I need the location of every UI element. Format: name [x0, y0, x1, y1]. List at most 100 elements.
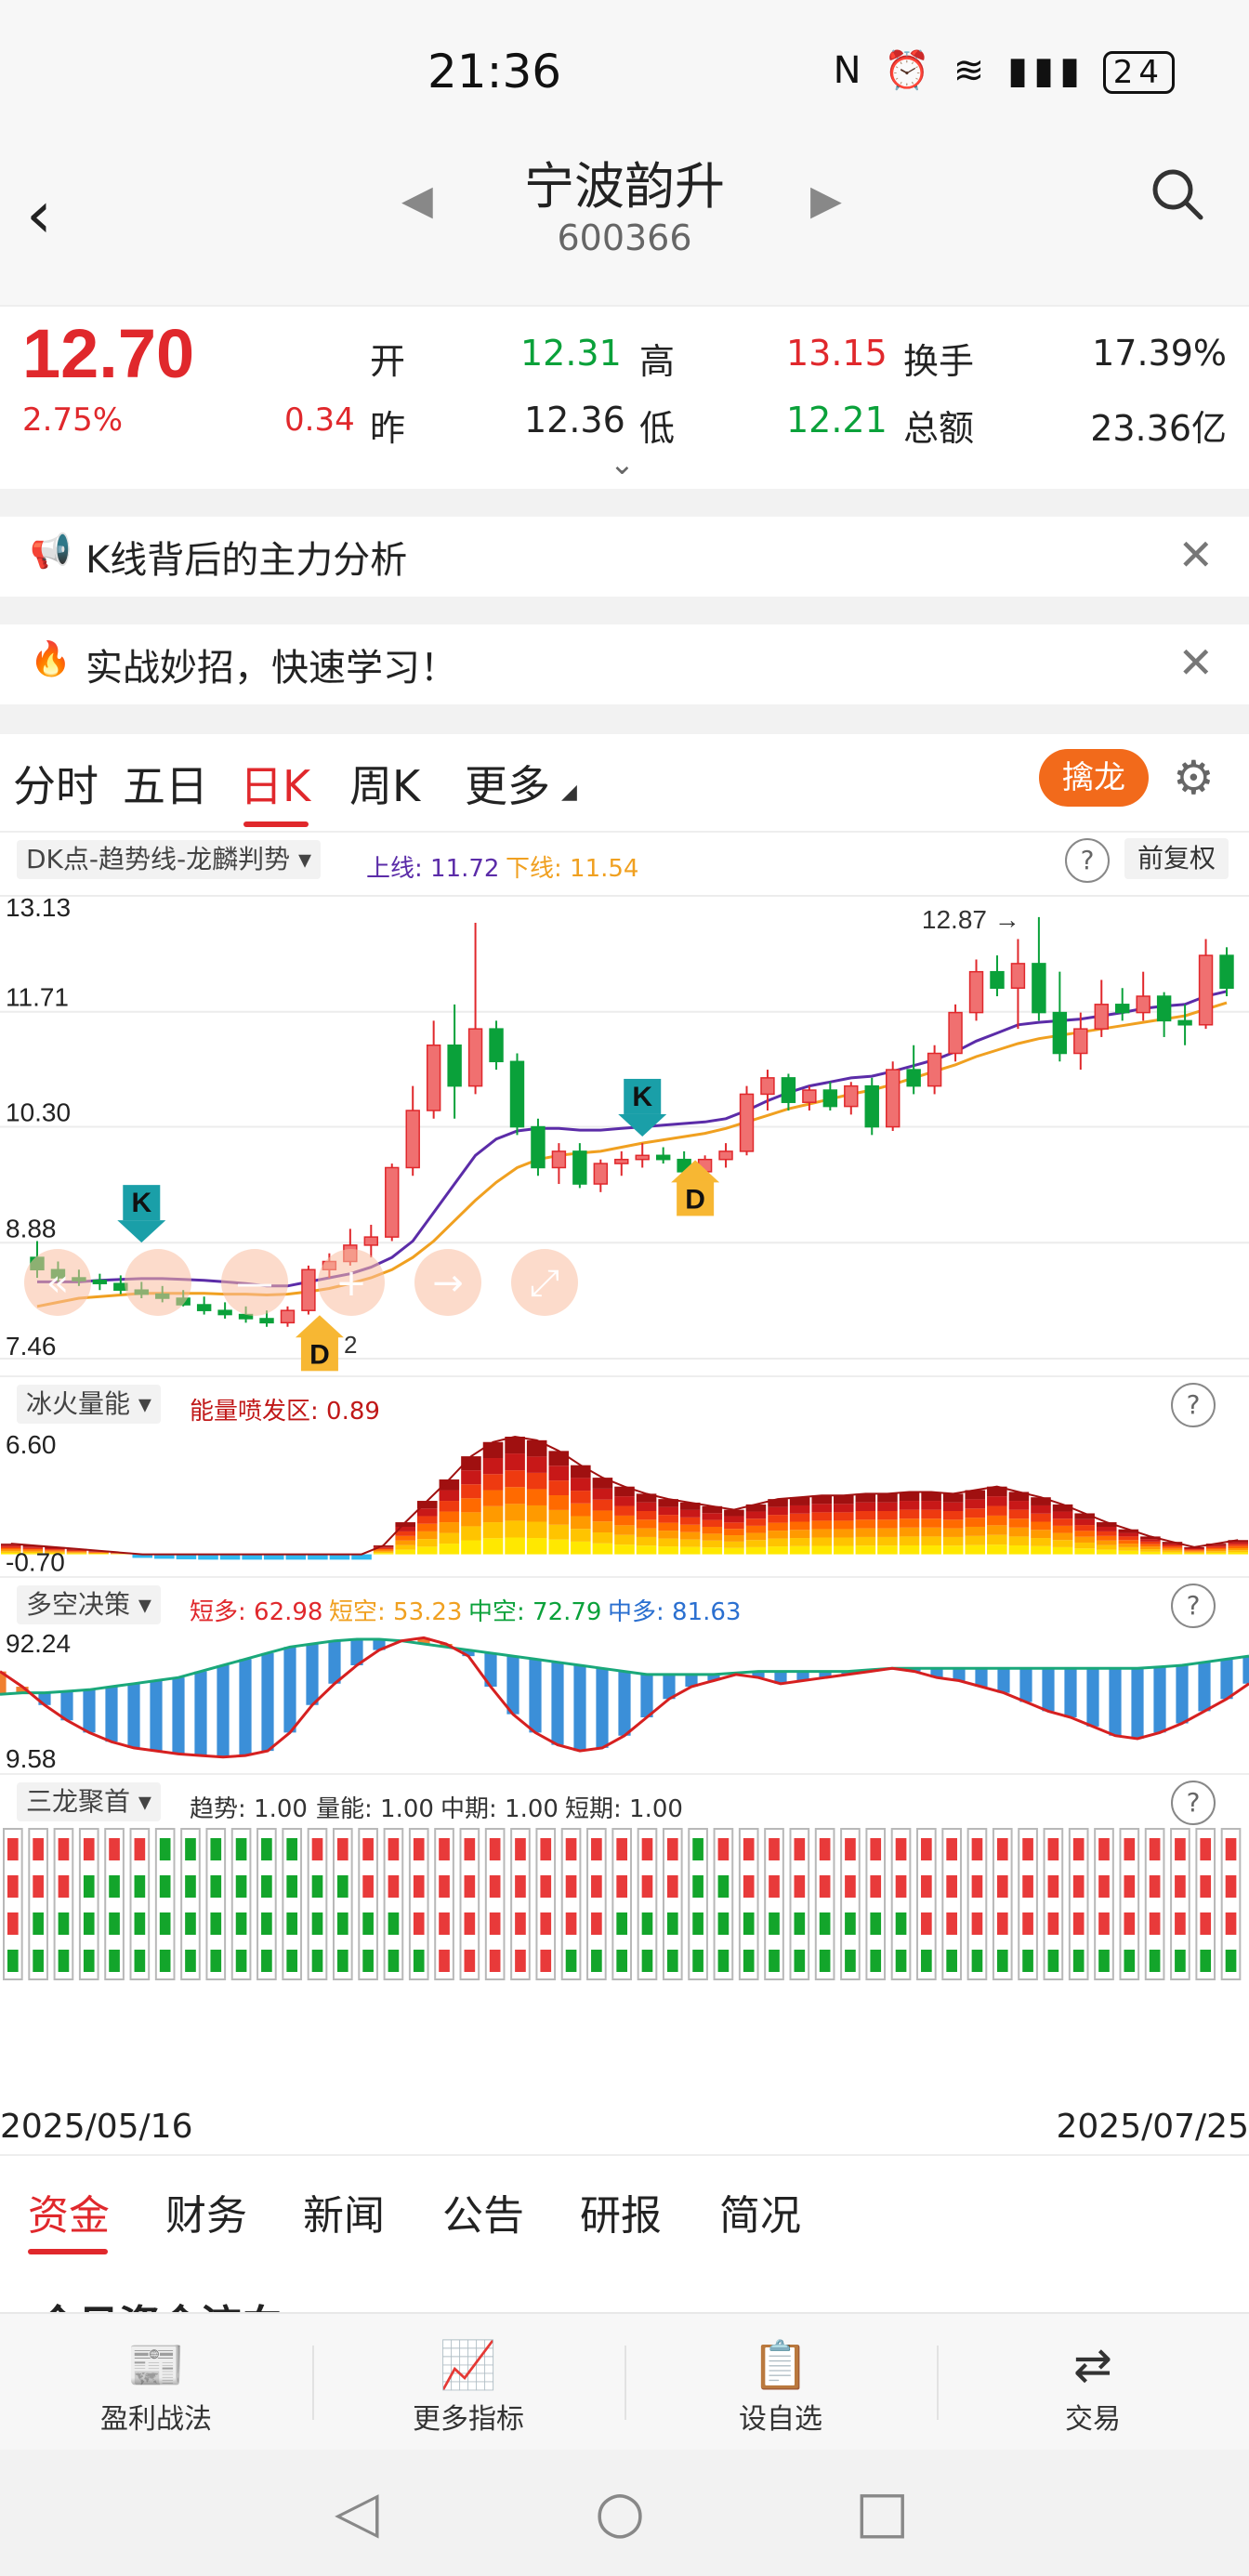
candle-body — [739, 1093, 755, 1152]
candle-body — [217, 1309, 232, 1316]
candle-body — [781, 1077, 796, 1103]
three-dragon-indicator-bar: 三龙聚首 ▾ 趋势: 1.00 量能: 1.00 中期: 1.00 短期: 1.… — [0, 1773, 1249, 1827]
zoom-in-icon[interactable]: + — [318, 1249, 385, 1316]
energy-bar-segment — [417, 1516, 438, 1524]
candle-body — [948, 1011, 963, 1055]
nav-back-icon[interactable]: ◁ — [335, 2477, 379, 2545]
banner-2[interactable]: 🔥 实战妙招，快速学习！ ✕ — [0, 624, 1249, 704]
dragon-cell — [1149, 1912, 1161, 1935]
dragon-cell — [1124, 1950, 1136, 1972]
dragon-cell — [946, 1950, 957, 1972]
candle — [718, 1143, 733, 1168]
open-label: 开 — [370, 341, 406, 382]
low-value: 12.21 — [786, 400, 887, 440]
energy-bar-segment — [921, 1544, 941, 1555]
fullscreen-icon[interactable]: ⤢ — [511, 1249, 578, 1316]
dragon-cell — [591, 1950, 602, 1972]
profit-strategy-button[interactable]: 📰 盈利战法 — [0, 2314, 312, 2451]
energy-bar-segment — [877, 1528, 898, 1537]
dragon-cell — [159, 1912, 171, 1935]
close-icon[interactable]: ✕ — [1177, 637, 1214, 688]
help-icon[interactable]: ? — [1171, 1584, 1216, 1628]
dragon-cell — [464, 1950, 476, 1972]
three-dragon-grid[interactable] — [0, 1825, 1249, 1987]
adjust-button[interactable]: 前复权 — [1124, 838, 1229, 879]
energy-bar-segment — [811, 1545, 832, 1555]
tab-intraday[interactable]: 分时 — [13, 753, 99, 814]
bullbear-chart[interactable]: 92.24 9.58 — [0, 1628, 1249, 1773]
energy-bar-segment — [439, 1479, 460, 1491]
main-indicator-dropdown[interactable]: DK点-趋势线-龙麟判势 ▾ — [17, 840, 322, 879]
tab-news[interactable]: 新闻 — [303, 2182, 385, 2241]
three-dragon-dropdown[interactable]: 三龙聚首 ▾ — [17, 1782, 161, 1821]
zoom-out-icon[interactable]: — — [221, 1249, 288, 1316]
qinlong-button[interactable]: 擒龙 — [1039, 749, 1149, 807]
next-stock-button[interactable]: ▶ — [810, 177, 842, 224]
energy-bar-segment — [439, 1511, 460, 1523]
dragon-column — [332, 1828, 353, 1980]
upper-ma-line — [37, 990, 1228, 1288]
energy-bar-segment — [679, 1539, 701, 1547]
energy-bar-segment — [636, 1528, 657, 1537]
energy-bar-segment — [505, 1537, 525, 1555]
tab-profile[interactable]: 简况 — [719, 2182, 801, 2241]
trade-button[interactable]: ⇄ 交易 — [937, 2314, 1249, 2451]
energy-bar-segment — [811, 1537, 832, 1546]
expand-chevron-icon[interactable]: ⌄ — [610, 446, 635, 481]
nav-recent-icon[interactable]: □ — [855, 2477, 910, 2545]
tab-more[interactable]: 更多 — [465, 753, 550, 814]
k-shortcut-icon[interactable] — [125, 1249, 191, 1316]
dragon-column — [637, 1828, 658, 1980]
help-icon[interactable]: ? — [1171, 1781, 1216, 1825]
tab-finance[interactable]: 财务 — [165, 2182, 247, 2241]
tab-weekly-k[interactable]: 周K — [349, 753, 420, 814]
dragon-cell — [616, 1950, 628, 1972]
tab-daily-k[interactable]: 日K — [240, 753, 310, 814]
change-percent: 2.75% — [22, 401, 124, 439]
energy-bar-segment — [66, 1552, 87, 1553]
dragon-cell — [845, 1838, 856, 1860]
dragon-column — [586, 1828, 607, 1980]
candle — [885, 1061, 901, 1131]
close-icon[interactable]: ✕ — [1177, 530, 1214, 580]
energy-bar-segment — [834, 1537, 854, 1546]
scroll-right-icon[interactable]: → — [414, 1249, 481, 1316]
tab-announcement[interactable]: 公告 — [442, 2182, 524, 2241]
candle — [1219, 947, 1234, 997]
energy-bar-segment — [987, 1525, 1007, 1535]
more-indicators-button[interactable]: 📈 更多指标 — [312, 2314, 624, 2451]
dragon-cell — [1200, 1875, 1212, 1898]
bottom-toolbar: 📰 盈利战法 📈 更多指标 📋 设自选 ⇄ 交易 — [0, 2312, 1249, 2451]
dragon-cell — [311, 1912, 323, 1935]
kline-chart[interactable]: 13.13 11.71 10.30 8.88 7.46 12.87 → 2 K K D D « — + → ⤢ — [0, 883, 1249, 1375]
help-icon[interactable]: ? — [1171, 1383, 1216, 1427]
energy-bar-segment — [1228, 1545, 1248, 1548]
search-icon[interactable] — [1149, 165, 1204, 221]
scroll-left-icon[interactable]: « — [24, 1249, 91, 1316]
dragon-cell — [1022, 1912, 1033, 1935]
tab-funds[interactable]: 资金 — [28, 2182, 110, 2241]
energy-bar-segment — [439, 1490, 460, 1502]
candle — [844, 1082, 859, 1115]
energy-bar-segment — [548, 1451, 570, 1466]
dragon-cell — [565, 1912, 577, 1935]
dragon-cell — [210, 1838, 222, 1860]
dragon-cell — [819, 1912, 831, 1935]
candle-body — [1219, 954, 1234, 989]
bullbear-indicator-dropdown[interactable]: 多空决策 ▾ — [17, 1585, 161, 1624]
help-icon[interactable]: ? — [1065, 838, 1110, 883]
control-glyph: + — [335, 1262, 367, 1305]
energy-chart[interactable]: 6.60 -0.70 — [0, 1427, 1249, 1576]
tab-research[interactable]: 研报 — [580, 2182, 662, 2241]
tab-five-day[interactable]: 五日 — [123, 753, 208, 814]
energy-bar-segment — [614, 1544, 635, 1555]
volume-indicator-dropdown[interactable]: 冰火量能 ▾ — [17, 1385, 161, 1424]
dragon-column — [28, 1828, 48, 1980]
add-watchlist-button[interactable]: 📋 设自选 — [624, 2314, 937, 2451]
energy-bar-segment — [373, 1553, 394, 1555]
marker-label: K — [632, 1082, 652, 1112]
gear-icon[interactable]: ⚙ — [1173, 751, 1215, 805]
dragon-cell — [336, 1950, 348, 1972]
nav-home-icon[interactable]: ○ — [595, 2477, 645, 2545]
banner-1[interactable]: 📢 K线背后的主力分析 ✕ — [0, 517, 1249, 597]
